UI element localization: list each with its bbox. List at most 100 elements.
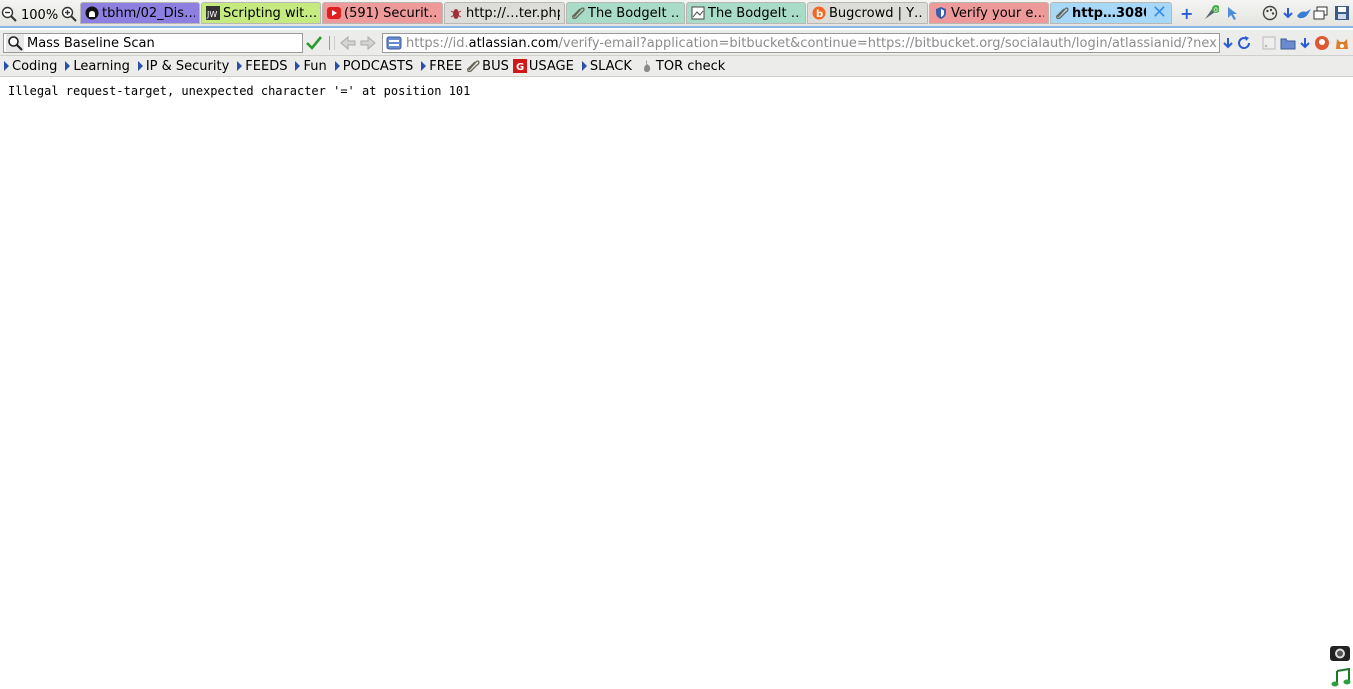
bookmark-tor-check[interactable]: TOR check <box>640 59 725 74</box>
page-content: Illegal request-target, unexpected chara… <box>0 77 1353 689</box>
new-tab-icon[interactable]: + <box>1180 4 1193 23</box>
folder-arrow-icon <box>295 61 301 71</box>
bookmark-label: BUS <box>482 58 509 74</box>
paperclip-icon <box>466 59 480 73</box>
bookmark-label: USAGE <box>528 58 574 74</box>
onion-icon <box>640 59 654 73</box>
bookmark-folder-ip-security[interactable]: IP & Security <box>137 58 230 74</box>
bookmark-folder-feeds[interactable]: FEEDS <box>237 59 287 74</box>
bookmark-label: PODCASTS <box>342 58 414 74</box>
folder-icon[interactable] <box>1280 35 1296 51</box>
duckduckgo-icon[interactable] <box>1314 35 1330 51</box>
bookmark-label: FEEDS <box>245 58 288 74</box>
navigation-bar: https://id.atlassian.com/verify-email?ap… <box>0 30 1353 56</box>
folder-arrow-icon <box>237 61 243 71</box>
zoom-out-icon[interactable] <box>1 6 17 22</box>
folder-arrow-icon <box>4 61 9 71</box>
tab-bugcrowd[interactable]: b Bugcrowd | Y… <box>807 2 928 24</box>
bookmarks-bar: Coding Learning IP & Security FEEDS Fun … <box>0 56 1353 77</box>
paperclip-icon <box>571 6 585 20</box>
forward-arrow-icon[interactable] <box>360 36 376 50</box>
tab-label: tbhm/02_Dis… <box>102 5 195 21</box>
bookmark-folder-learning[interactable]: Learning <box>65 58 130 74</box>
tab-label: Scripting wit… <box>223 5 316 21</box>
tab-label: (591) Securit… <box>344 5 438 21</box>
youtube-icon <box>327 6 341 20</box>
red-g-icon: G <box>512 59 527 73</box>
tab-verify-email[interactable]: Verify your e… <box>929 2 1049 24</box>
download-arrow-icon[interactable] <box>1280 5 1296 21</box>
zoom-level[interactable]: 100% <box>21 8 58 23</box>
notification-badge-icon[interactable]: 0 <box>1203 5 1219 21</box>
svg-text:JW: JW <box>206 10 217 19</box>
tab-youtube[interactable]: (591) Securit… <box>322 2 443 24</box>
bookmark-label: SLACK <box>589 58 632 74</box>
picture-icon <box>691 6 705 20</box>
music-note-icon[interactable] <box>1330 668 1352 688</box>
address-bar[interactable]: https://id.atlassian.com/verify-email?ap… <box>382 33 1220 53</box>
rss-feed-icon[interactable] <box>1261 35 1277 51</box>
shield-icon <box>934 6 948 20</box>
bookmark-label: FREE <box>429 58 463 74</box>
error-message: Illegal request-target, unexpected chara… <box>8 84 471 98</box>
checkmark-icon[interactable] <box>305 35 323 51</box>
bookmark-label: Learning <box>73 58 130 74</box>
windows-icon[interactable] <box>1313 5 1329 21</box>
paperclip-icon <box>1055 6 1069 20</box>
svg-text:b: b <box>816 9 823 20</box>
folder-arrow-icon <box>65 61 71 71</box>
tab-http-ter[interactable]: http://…ter.php <box>444 2 565 24</box>
tab-bodgeit-2[interactable]: The BodgeIt … <box>686 2 806 24</box>
bookmark-folder-fun[interactable]: Fun <box>295 58 327 74</box>
bookmark-usage[interactable]: G USAGE <box>512 58 574 74</box>
folder-arrow-icon <box>421 61 427 71</box>
url-path: /verify-email?application=bitbucket&cont… <box>558 35 1217 51</box>
bug-icon <box>449 6 463 20</box>
tab-scripting[interactable]: JW Scripting wit… <box>201 2 321 24</box>
url-prefix: https://id. <box>406 35 469 51</box>
bookmark-label: TOR check <box>655 58 726 74</box>
svg-text:0: 0 <box>1214 7 1218 14</box>
bookmark-folder-slack[interactable]: SLACK <box>581 58 632 74</box>
bookmark-bus[interactable]: BUS <box>466 59 509 74</box>
tab-label: http://…ter.php <box>466 5 560 21</box>
jw-logo-icon: JW <box>206 6 220 20</box>
tab-label: Verify your e… <box>951 5 1044 21</box>
url-domain: atlassian.com <box>468 35 559 51</box>
tab-github[interactable]: tbhm/02_Dis… <box>80 2 200 24</box>
bookmark-folder-podcasts[interactable]: PODCASTS <box>334 58 414 74</box>
fox-icon[interactable] <box>1334 35 1350 51</box>
search-input[interactable] <box>27 35 297 51</box>
tab-label: Bugcrowd | Y… <box>829 5 923 21</box>
search-box[interactable] <box>3 33 303 53</box>
site-identity-icon[interactable] <box>386 36 402 50</box>
download-arrow-icon[interactable] <box>1297 35 1313 51</box>
tab-label: The BodgeIt … <box>588 5 680 21</box>
url-text[interactable]: https://id.atlassian.com/verify-email?ap… <box>406 36 1217 51</box>
bookmark-folder-coding[interactable]: Coding <box>4 59 57 74</box>
bookmark-folder-free[interactable]: FREE <box>421 59 462 74</box>
reload-icon[interactable] <box>1236 35 1252 51</box>
bugcrowd-icon: b <box>812 6 826 20</box>
back-arrow-icon[interactable] <box>340 36 356 50</box>
save-disk-icon[interactable] <box>1334 5 1350 21</box>
palette-icon[interactable] <box>1262 5 1278 21</box>
zoom-in-icon[interactable] <box>61 6 77 22</box>
folder-arrow-icon <box>581 61 587 71</box>
dropdown-arrow-icon[interactable] <box>1220 35 1236 51</box>
bookmark-label: IP & Security <box>145 58 230 74</box>
tab-strip: 100% tbhm/02_Dis… JW Scripting wit… (591… <box>0 0 1353 28</box>
svg-text:G: G <box>516 62 524 73</box>
bird-icon[interactable] <box>1296 5 1312 21</box>
github-icon <box>85 6 99 20</box>
pointer-tool-icon[interactable] <box>1225 5 1241 21</box>
folder-arrow-icon <box>137 61 143 71</box>
tab-bodgeit-1[interactable]: The BodgeIt … <box>566 2 685 24</box>
close-tab-icon[interactable]: ✕ <box>1152 4 1167 22</box>
bookmark-label: Fun <box>303 58 327 74</box>
tab-http-3080-active[interactable]: http…3080 ✕ <box>1050 2 1172 24</box>
camera-icon[interactable] <box>1329 643 1351 663</box>
bookmark-label: Coding <box>12 58 58 74</box>
toolbar-separator <box>329 36 335 50</box>
search-icon <box>6 34 24 52</box>
